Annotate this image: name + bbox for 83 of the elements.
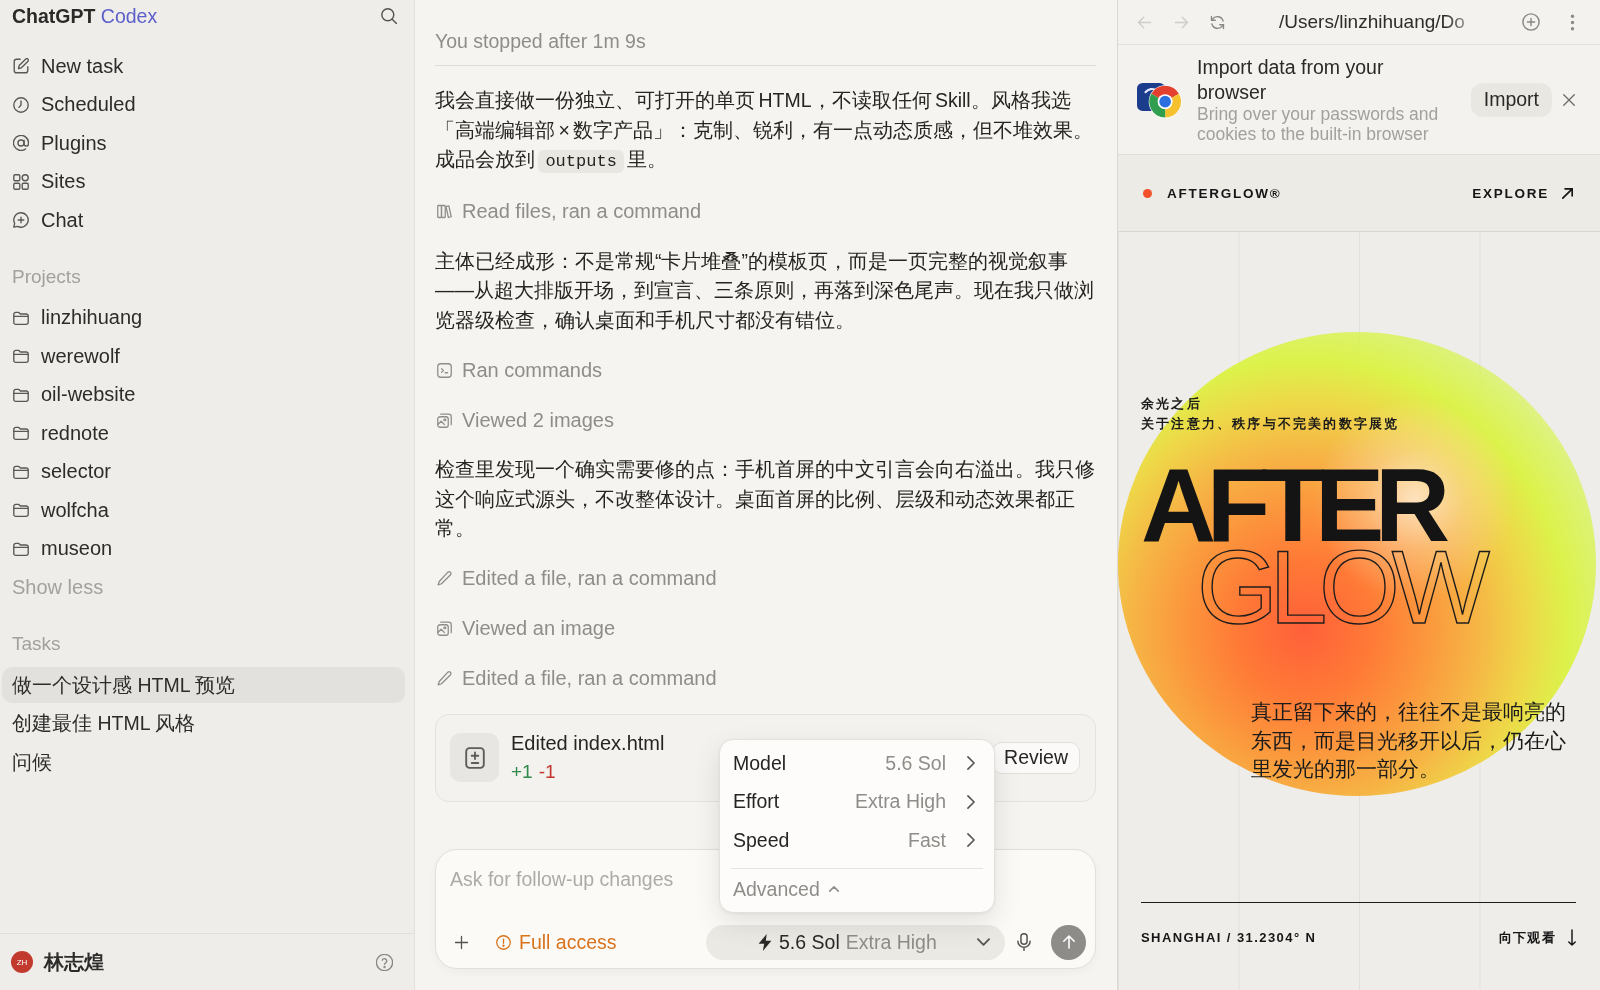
plus-icon[interactable] [454,934,469,950]
user-name: 林志煌 [44,949,104,975]
bolt-icon [758,933,772,951]
reload-icon[interactable] [1210,14,1225,30]
nav-item[interactable]: Chat [0,200,404,240]
search-icon[interactable] [381,8,397,24]
browser-icon [1137,80,1182,119]
banner-title: Import data from your browser [1197,55,1385,105]
menu-item[interactable]: Model 5.6 Sol [733,744,975,783]
lines-added: +1 [511,760,533,784]
grid-icon [13,173,29,190]
folder-icon [13,386,29,403]
new-tab-icon[interactable] [1522,13,1540,31]
hero-headline: AFTER [1141,465,1451,545]
arrow-down-icon [1568,929,1576,946]
arrow-up-icon [1060,934,1077,950]
app-title: ChatGPT Codex [12,4,158,28]
more-icon[interactable] [1570,13,1575,31]
warning-icon [496,934,511,950]
nav-item[interactable]: Sites [0,162,404,201]
nav-item[interactable]: Plugins [0,123,404,163]
brand-dot-icon [1143,188,1152,198]
file-change-title: Edited index.html [511,731,665,756]
task-item[interactable]: 创建最佳 HTML 风格 [2,705,405,742]
books-icon [437,204,452,219]
model-picker[interactable]: 5.6 Sol Extra High [706,924,1005,960]
clock-icon [13,96,29,113]
scroll-down-link[interactable]: 向下观看 [1498,928,1576,947]
review-button[interactable]: Review [992,741,1080,774]
location-text: SHANGHAI / 31.2304° N [1141,929,1317,947]
user-avatar[interactable]: ZH [11,951,33,973]
address-field[interactable]: /Users/linzhihuang/Do [1279,11,1465,33]
edit-icon [13,58,29,74]
help-icon[interactable] [376,953,393,971]
chat-plus-icon [13,212,29,228]
arrow-up-right-icon [1562,187,1573,199]
project-item[interactable]: selector [0,452,404,491]
folder-icon [13,540,29,557]
nav-item[interactable]: New task [0,46,404,86]
site-brand: AFTERGLOW® [1167,185,1282,201]
project-item[interactable]: rednote [0,413,404,453]
chevron-right-icon [967,756,975,771]
project-item[interactable]: oil-website [0,375,404,414]
task-item[interactable]: 做一个设计感 HTML 预览 [2,667,405,704]
microphone-icon[interactable] [1017,933,1031,951]
lines-removed: -1 [538,760,556,784]
at-sign-icon [13,135,29,151]
terminal-icon [437,362,452,378]
caret-up-icon [828,886,839,892]
project-item[interactable]: werewolf [0,336,404,376]
assistant-message: 检查里发现一个确实需要修的点：手机首屏的中文引言会向右溢出。我只修这个响应式源头，不改整体设计。桌面首屏的比例、层级和动态效果都正常。 [435,457,1096,541]
file-diff-icon [450,733,499,782]
send-button[interactable] [1051,924,1086,960]
pencil-icon [437,671,452,686]
menu-item[interactable]: Effort Extra High [733,782,975,821]
project-item[interactable]: linzhihuang [0,298,404,337]
folder-icon [13,348,29,364]
section-heading: Projects [12,265,81,290]
chevron-right-icon [967,833,975,848]
hero-headline: GLOW [1197,547,1490,627]
project-item[interactable]: museon [0,529,404,568]
images-icon [437,621,452,636]
folder-icon [13,309,29,326]
chevron-down-icon [977,938,990,946]
nav-item[interactable]: Scheduled [0,85,404,124]
assistant-message: 主体已经成形：不是常规“卡片堆叠”的模板页，而是一页完整的视觉叙事——从超大排版开场，到宣言、三条原则，再落到深色尾声。现在我只做浏览器级检查，确认桌面和手机尺寸都没有错位。 [435,248,1095,333]
task-item[interactable]: 问候 [2,744,405,781]
folder-icon [13,502,29,518]
close-icon[interactable] [1563,93,1575,106]
status-text: You stopped after 1m 9s [435,29,646,54]
project-item[interactable]: wolfcha [0,490,404,530]
folder-icon [13,425,29,441]
assistant-message: 我会直接做一份独立、可打开的单页 HTML，不读取任何 Skill。风格我选「高端编辑部 × 数字产品」：克制、锐利，有一点动态质感，但不堆效果。成品会放到 outputs 里。 [435,88,1095,175]
banner-description: Bring over your passwords and cookies to the built-in browser [1197,105,1440,144]
menu-item[interactable]: Speed Fast [733,821,975,860]
folder-icon [13,463,29,480]
chevron-right-icon [967,794,975,809]
import-button[interactable]: Import [1470,82,1552,117]
exhibition-title: 余光之后 [1141,395,1202,413]
section-heading: Tasks [12,631,61,656]
explore-link[interactable]: EXPLORE [1472,185,1573,201]
images-icon [437,412,452,428]
pencil-icon [437,571,452,586]
